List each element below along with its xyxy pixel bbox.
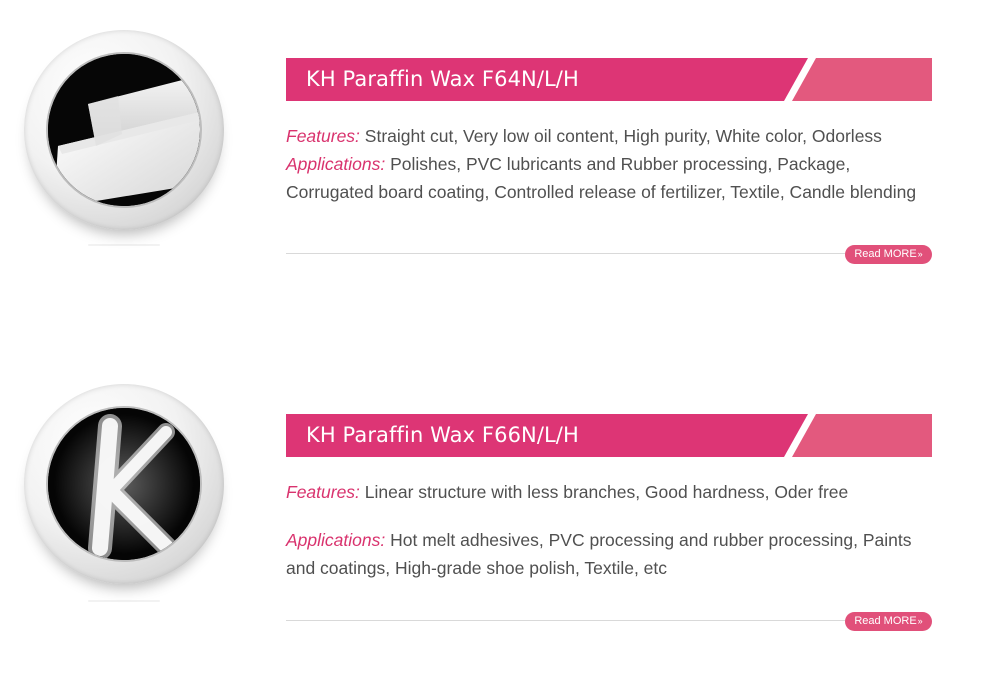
product-title: KH Paraffin Wax F64N/L/H [306, 67, 579, 91]
wax-slabs-image [48, 54, 200, 206]
features-line: Features: Linear structure with less bra… [286, 478, 932, 506]
product-description: Features: Linear structure with less bra… [286, 478, 932, 582]
wax-powder-k-image [48, 408, 200, 560]
features-line: Features: Straight cut, Very low oil con… [286, 122, 932, 150]
wax-powder-k-illustration [48, 408, 200, 560]
read-more-button[interactable]: Read MORE» [845, 245, 932, 264]
features-label: Features: [286, 126, 360, 146]
double-chevron-right-icon: » [917, 616, 923, 626]
product-card-f64: KH Paraffin Wax F64N/L/H Features: Strai… [0, 0, 984, 300]
double-chevron-right-icon: » [917, 249, 923, 259]
features-label: Features: [286, 482, 360, 502]
read-more-label: Read MORE [854, 615, 917, 627]
product-description: Features: Straight cut, Very low oil con… [286, 122, 932, 206]
divider [286, 253, 932, 254]
product-image-frame[interactable] [24, 30, 224, 230]
read-more-label: Read MORE [854, 248, 917, 260]
wax-slabs-illustration [48, 54, 200, 206]
applications-line: Applications: Hot melt adhesives, PVC pr… [286, 526, 932, 582]
product-title: KH Paraffin Wax F66N/L/H [306, 423, 579, 447]
divider [286, 620, 932, 621]
image-shadow [88, 600, 160, 602]
applications-label: Applications: [286, 530, 386, 550]
applications-label: Applications: [286, 154, 386, 174]
features-text: Linear structure with less branches, Goo… [359, 482, 849, 502]
title-banner: KH Paraffin Wax F64N/L/H [286, 58, 932, 101]
product-card-f66: KH Paraffin Wax F66N/L/H Features: Linea… [0, 356, 984, 676]
title-banner: KH Paraffin Wax F66N/L/H [286, 414, 932, 457]
image-shadow [88, 244, 160, 246]
product-image-frame[interactable] [24, 384, 224, 584]
features-text: Straight cut, Very low oil content, High… [359, 126, 882, 146]
applications-line: Applications: Polishes, PVC lubricants a… [286, 150, 932, 206]
read-more-button[interactable]: Read MORE» [845, 612, 932, 631]
